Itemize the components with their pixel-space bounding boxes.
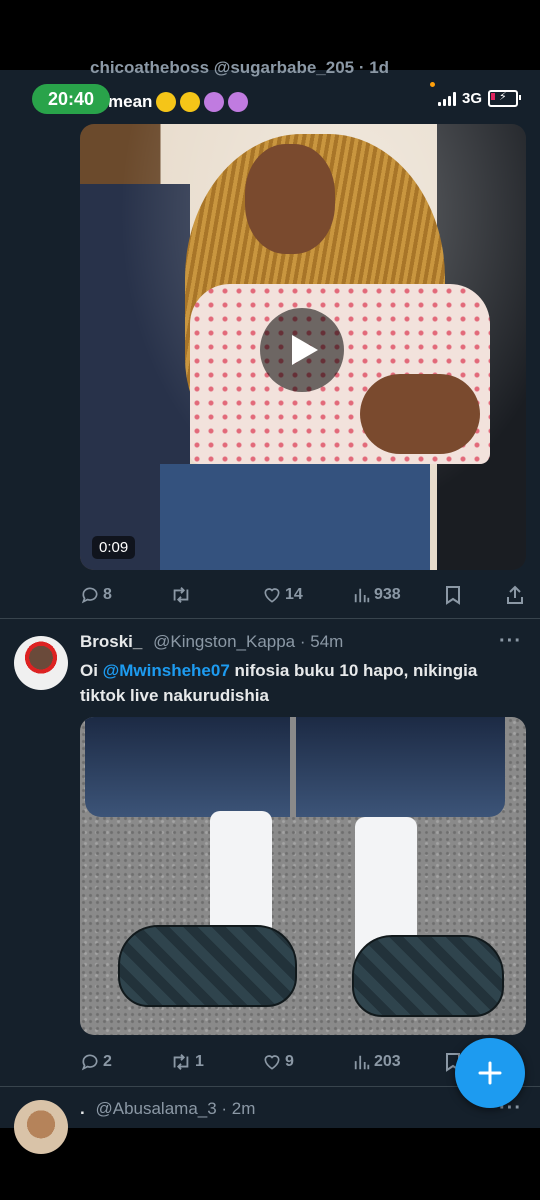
system-nav-area [0,1128,540,1200]
image-shorts [85,717,505,817]
emoji-icon [204,92,225,112]
author-name[interactable]: . [80,1099,85,1118]
share-button[interactable] [506,580,524,610]
tweet-text-start: Oi [80,661,103,680]
tweet-text: Oi @Mwinshehe07 nifosia buku 10 hapo, ni… [80,658,520,708]
like-button[interactable]: 9 [262,1047,294,1077]
avatar[interactable] [14,636,68,690]
compose-icon [478,1061,502,1085]
video-subject-face [245,144,335,254]
reply-icon [81,587,98,604]
views-count: 938 [374,586,401,603]
reply-count: 8 [103,586,112,603]
avatar[interactable] [14,1100,68,1154]
tweet-actions: 8 14 938 [80,580,526,610]
video-duration: 0:09 [92,536,136,559]
video-subject-arm [360,374,480,454]
more-options-button[interactable]: ··· [499,630,522,653]
signal-icon [437,91,456,106]
reply-count: 2 [103,1053,112,1070]
tweet-header: Broski_ @Kingston_Kappa · 54m [80,632,343,652]
bookmark-icon [446,586,460,605]
emoji-icon [228,92,249,112]
status-icons: 3G ⚡ [437,90,521,107]
prev-tweet-header: chicoatheboss @sugarbabe_205 · 1d [90,58,390,77]
share-icon [507,585,523,604]
mention-link[interactable]: @Mwinshehe07 [103,661,230,680]
reply-button[interactable]: 2 [80,1047,112,1077]
image-shoe [118,925,297,1007]
privacy-indicator [430,82,435,87]
retweet-icon [173,1054,189,1070]
views-button[interactable]: 938 [353,580,401,610]
retweet-count: 1 [195,1053,204,1070]
author-name[interactable]: Broski_ [80,632,142,651]
play-icon [292,335,318,365]
emoji-icon [156,92,177,112]
prev-tweet-text: mean [108,92,249,112]
tweet-header: . @Abusalama_3 · 2m [80,1099,255,1119]
retweet-button[interactable] [170,580,195,610]
video-subject-jeans [160,464,430,570]
like-button[interactable]: 14 [262,580,303,610]
author-handle-time: @Abusalama_3 · 2m [95,1099,256,1118]
views-count: 203 [374,1053,401,1070]
image-shoe [352,935,504,1017]
network-type: 3G [461,90,482,107]
status-time: 20:40 [32,84,110,114]
retweet-icon [173,587,189,603]
like-count: 14 [285,586,303,603]
tweet-video[interactable]: 0:09 [80,124,526,570]
views-icon [354,1055,370,1070]
battery-icon: ⚡ [488,90,521,107]
like-count: 9 [285,1053,294,1070]
tweet-divider [0,618,540,619]
compose-button[interactable] [455,1038,525,1108]
play-button[interactable] [260,308,344,392]
bookmark-button[interactable] [445,580,461,610]
reply-button[interactable]: 8 [80,580,112,610]
reply-icon [81,1054,98,1071]
emoji-icon [180,92,201,112]
tweet-image[interactable] [80,717,526,1035]
views-button[interactable]: 203 [353,1047,401,1077]
views-icon [354,588,370,603]
like-icon [264,588,280,603]
like-icon [264,1055,280,1070]
retweet-button[interactable]: 1 [170,1047,204,1077]
author-handle-time: @Kingston_Kappa · 54m [153,632,344,651]
prev-tweet-text-fragment: mean [108,92,153,111]
